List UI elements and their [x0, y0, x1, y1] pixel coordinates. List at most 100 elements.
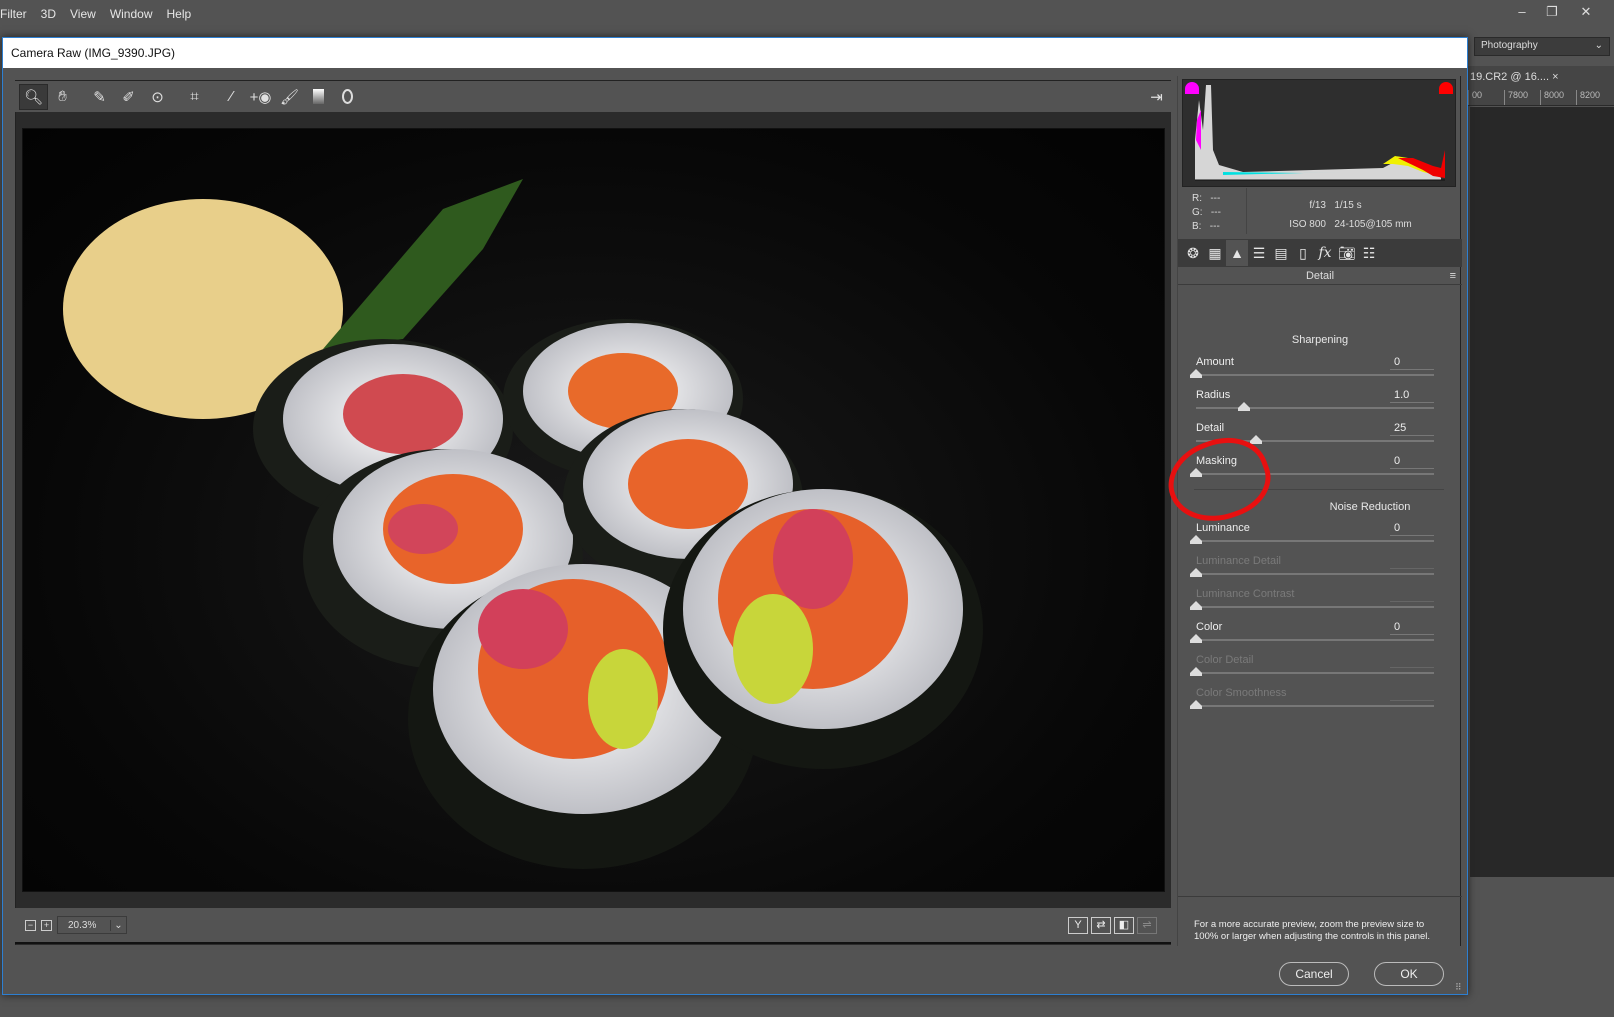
zoom-level: 20.3%	[68, 919, 97, 931]
close-window-button[interactable]: ✕	[1572, 2, 1600, 24]
tab-hsl[interactable]: ☰	[1248, 240, 1270, 266]
menu-window[interactable]: Window	[110, 7, 165, 21]
target-icon: ⊙	[151, 88, 164, 106]
ruler-tick: 8000	[1540, 90, 1576, 105]
zoom-in-button[interactable]: +	[41, 919, 52, 931]
ruler-tick: 00	[1468, 90, 1504, 105]
slider-track[interactable]	[1190, 535, 1434, 544]
adjustment-brush[interactable]: 🖌︎	[275, 84, 304, 110]
tab-tone-curve[interactable]: ▦	[1204, 240, 1226, 266]
tab-presets[interactable]: ☷	[1358, 240, 1380, 266]
slider-track[interactable]	[1190, 634, 1434, 643]
minimize-button[interactable]: –	[1508, 2, 1536, 24]
garnish	[323, 179, 523, 349]
slider-track[interactable]	[1196, 402, 1434, 411]
slider-value-input[interactable]: 1.0	[1390, 389, 1434, 403]
slider-luminance-detail[interactable]: Luminance Detail	[1190, 555, 1446, 587]
slider-label: Color	[1196, 621, 1223, 633]
mountains-icon: ▲	[1230, 245, 1244, 261]
resize-grip-icon[interactable]: ⠿	[1455, 982, 1462, 993]
slider-label: Radius	[1196, 389, 1231, 401]
panel-menu-icon[interactable]: ≡	[1450, 267, 1456, 285]
slider-value-input[interactable]: 0	[1390, 455, 1434, 469]
slider-luminance-contrast[interactable]: Luminance Contrast	[1190, 588, 1446, 620]
white-balance-tool[interactable]: ✎	[85, 84, 114, 110]
zoom-out-button[interactable]: −	[25, 919, 36, 931]
zoom-level-dropdown[interactable]: 20.3% ⌄	[57, 916, 127, 934]
graduated-filter[interactable]	[304, 84, 333, 110]
slider-value-input[interactable]: 0	[1390, 522, 1434, 536]
slider-thumb[interactable]	[1190, 634, 1202, 643]
slider-label: Detail	[1196, 422, 1225, 434]
transform-tool[interactable]: ⌗	[180, 84, 209, 110]
document-canvas	[1470, 107, 1614, 877]
photo-preview[interactable]	[22, 128, 1165, 892]
preview-bottom-bar: − + 20.3% ⌄ Y ⇄ ◧ ⇌	[15, 908, 1171, 944]
r-value: ---	[1210, 193, 1221, 204]
slider-value-input	[1390, 687, 1434, 701]
slider-value-input[interactable]: 0	[1390, 356, 1434, 370]
slider-label: Luminance Detail	[1196, 555, 1281, 567]
ok-button[interactable]: OK	[1374, 962, 1444, 986]
eyedropper-icon: ✎	[93, 88, 106, 106]
tab-basic[interactable]: ❂	[1182, 240, 1204, 266]
workspace-label: Photography	[1481, 40, 1538, 51]
menu-view[interactable]: View	[70, 7, 108, 21]
restore-button[interactable]: ❐	[1538, 2, 1566, 24]
copy-settings-button[interactable]: ◧	[1114, 916, 1134, 934]
hand-tool[interactable]: ✋︎	[48, 84, 77, 110]
red-eye-tool[interactable]: +◉	[246, 84, 275, 110]
slider-luminance[interactable]: Luminance 0	[1190, 522, 1446, 554]
slider-label: Amount	[1196, 356, 1234, 368]
menu-bar: Filter 3D View Window Help	[0, 0, 1614, 28]
tab-camera-calibration[interactable]: 📷︎	[1336, 240, 1358, 266]
menu-filter[interactable]: Filter	[0, 7, 39, 21]
camera-info: R: --- G: --- B: --- f/13 1/15 s ISO 800…	[1182, 188, 1456, 240]
slider-thumb[interactable]	[1190, 369, 1202, 378]
hand-icon: ✋︎	[58, 88, 67, 105]
brush-icon: 🖌︎	[279, 88, 300, 106]
color-sampler-tool[interactable]: ✐	[114, 84, 143, 110]
slider-color-smoothness[interactable]: Color Smoothness	[1190, 687, 1446, 719]
tab-effects[interactable]: fx	[1314, 240, 1336, 266]
menu-help[interactable]: Help	[167, 7, 204, 21]
slider-value-input	[1390, 555, 1434, 569]
slider-thumb	[1190, 601, 1202, 610]
color-sampler-icon: ✐	[122, 88, 135, 106]
tab-split-toning[interactable]: ▤	[1270, 240, 1292, 266]
swap-settings-button[interactable]: ⇄	[1091, 916, 1111, 934]
toggle-defaults-icon[interactable]: ⇌	[1137, 916, 1157, 934]
slider-color-detail[interactable]: Color Detail	[1190, 654, 1446, 686]
cancel-button[interactable]: Cancel	[1279, 962, 1349, 986]
workspace-dropdown[interactable]: Photography ⌄	[1474, 37, 1610, 56]
radial-filter[interactable]	[333, 84, 362, 110]
magnifier-icon: 🔍︎	[23, 88, 44, 106]
targeted-adjustment-tool[interactable]: ⊙	[143, 84, 172, 110]
slider-radius[interactable]: Radius 1.0	[1196, 389, 1446, 421]
open-preferences-button[interactable]: ⇥	[1142, 84, 1171, 110]
tab-detail[interactable]: ▲	[1226, 240, 1248, 266]
slider-color[interactable]: Color 0	[1190, 621, 1446, 653]
slider-value-input[interactable]: 25	[1390, 422, 1434, 436]
before-after-view-button[interactable]: Y	[1068, 916, 1088, 934]
aperture-icon: ❂	[1187, 244, 1199, 261]
shutter-speed: 1/15 s	[1334, 200, 1362, 211]
gradient-icon	[313, 89, 324, 104]
zoom-tool[interactable]: 🔍︎	[19, 83, 48, 110]
document-tab[interactable]: 19.CR2 @ 16.... ×	[1468, 66, 1614, 90]
tab-lens-corrections[interactable]: ▯	[1292, 240, 1314, 266]
chevron-down-icon: ⌄	[1594, 40, 1603, 51]
spot-removal-tool[interactable]: ⁄	[217, 84, 246, 110]
slider-amount[interactable]: Amount 0	[1190, 356, 1446, 388]
ruler-tick: 8200	[1576, 90, 1612, 105]
slider-thumb[interactable]	[1249, 435, 1262, 444]
slider-thumb[interactable]	[1237, 402, 1250, 411]
document-tab-label: 19.CR2 @ 16....	[1470, 71, 1550, 83]
slider-thumb	[1190, 568, 1202, 577]
menu-3d[interactable]: 3D	[41, 7, 68, 21]
slider-thumb[interactable]	[1190, 535, 1202, 544]
slider-value-input[interactable]: 0	[1390, 621, 1434, 635]
slider-track[interactable]	[1190, 369, 1434, 378]
panel-title: Detail	[1305, 270, 1335, 282]
close-tab-icon[interactable]: ×	[1552, 71, 1558, 83]
